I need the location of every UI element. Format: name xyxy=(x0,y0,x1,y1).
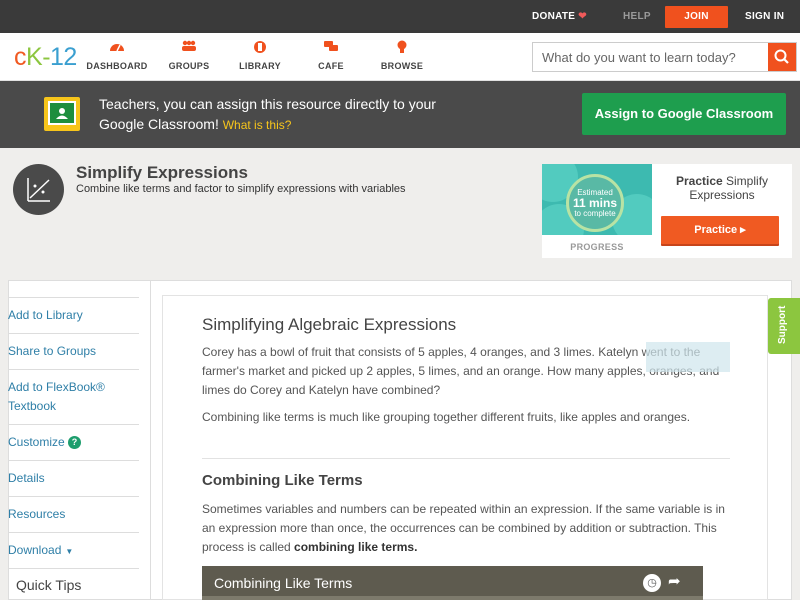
heart-icon: ❤ xyxy=(578,11,587,22)
library-icon xyxy=(225,40,295,56)
banner-message: Teachers, you can assign this resource d… xyxy=(99,96,436,132)
progress-label: PROGRESS xyxy=(570,242,624,252)
sidebar-item-details[interactable]: Details xyxy=(8,460,139,488)
sidebar-item-resources[interactable]: Resources xyxy=(8,496,139,524)
dashboard-icon xyxy=(82,40,152,56)
combining-paragraph: Sometimes variables and numbers can be r… xyxy=(202,502,725,554)
donate-link[interactable]: DONATE ❤ xyxy=(532,0,587,33)
concept-description: Combine like terms and factor to simplif… xyxy=(76,183,406,195)
nav-browse[interactable]: BROWSE xyxy=(367,40,437,71)
nav-library[interactable]: LIBRARY xyxy=(225,40,295,71)
nav-cafe[interactable]: CAFE xyxy=(296,40,366,71)
lesson-heading: Simplifying Algebraic Expressions xyxy=(202,315,457,334)
sidebar-item-add-to-library[interactable]: Add to Library xyxy=(8,297,139,325)
second-paragraph: Combining like terms is much like groupi… xyxy=(202,410,691,424)
practice-title: Practice Simplify Expressions xyxy=(675,174,769,202)
concept-title: Simplify Expressions xyxy=(76,163,248,182)
browse-icon xyxy=(367,40,437,56)
join-button[interactable]: JOIN xyxy=(665,6,728,28)
search-button[interactable] xyxy=(768,43,796,71)
help-link[interactable]: HELP xyxy=(623,0,651,33)
assign-google-classroom-button[interactable]: Assign to Google Classroom xyxy=(582,93,786,135)
sidebar-item-add-to-flexbook[interactable]: Add to FlexBook® Textbook xyxy=(8,369,139,416)
google-classroom-icon xyxy=(44,97,80,131)
signin-link[interactable]: SIGN IN xyxy=(745,0,784,33)
concept-graph-icon xyxy=(13,164,64,215)
practice-image: Estimated 11 mins to complete xyxy=(542,164,652,235)
nav-dashboard[interactable]: DASHBOARD xyxy=(82,40,152,71)
groups-icon xyxy=(154,40,224,56)
share-icon[interactable]: ➦ xyxy=(668,572,681,590)
video-frame-strip xyxy=(202,596,703,600)
section-heading: Combining Like Terms xyxy=(202,472,363,489)
search-input[interactable] xyxy=(533,43,768,71)
progress-widget: Estimated 11 mins to complete PROGRESS xyxy=(542,164,652,258)
video-player[interactable]: Combining Like Terms ◷ ➦ xyxy=(202,566,703,600)
top-bar: DONATE ❤ HELP JOIN SIGN IN xyxy=(0,0,800,33)
classroom-banner: Teachers, you can assign this resource d… xyxy=(0,81,800,148)
sidebar-item-download[interactable]: Download ▼ xyxy=(8,532,139,561)
sidebar-divider xyxy=(8,568,139,569)
support-tab[interactable]: Support xyxy=(768,298,800,354)
nav-groups[interactable]: GROUPS xyxy=(154,40,224,71)
overlay-highlight xyxy=(646,342,730,372)
help-icon[interactable]: ? xyxy=(68,436,82,449)
search-box xyxy=(532,42,797,72)
practice-card: Estimated 11 mins to complete PROGRESS P… xyxy=(542,164,792,258)
watch-later-icon[interactable]: ◷ xyxy=(643,574,661,592)
ck12-logo[interactable]: cK-12 xyxy=(14,43,77,72)
sidebar-item-share-to-groups[interactable]: Share to Groups xyxy=(8,333,139,361)
estimated-time-badge: Estimated 11 mins to complete xyxy=(566,174,624,232)
practice-button[interactable]: Practice ▸ xyxy=(661,216,779,244)
search-icon xyxy=(774,49,789,64)
main-nav: cK-12 DASHBOARD GROUPS LIBRARY CAFE BROW… xyxy=(0,33,800,81)
caret-down-icon: ▼ xyxy=(65,547,74,556)
section-divider xyxy=(202,458,730,459)
chevron-right-icon: ▸ xyxy=(740,224,746,236)
what-is-this-link[interactable]: What is this? xyxy=(223,118,292,132)
cafe-icon xyxy=(296,40,366,56)
quick-tips-heading: Quick Tips xyxy=(16,577,82,593)
sidebar-item-customize[interactable]: Customize ? xyxy=(8,424,139,452)
video-title: Combining Like Terms xyxy=(214,575,353,591)
